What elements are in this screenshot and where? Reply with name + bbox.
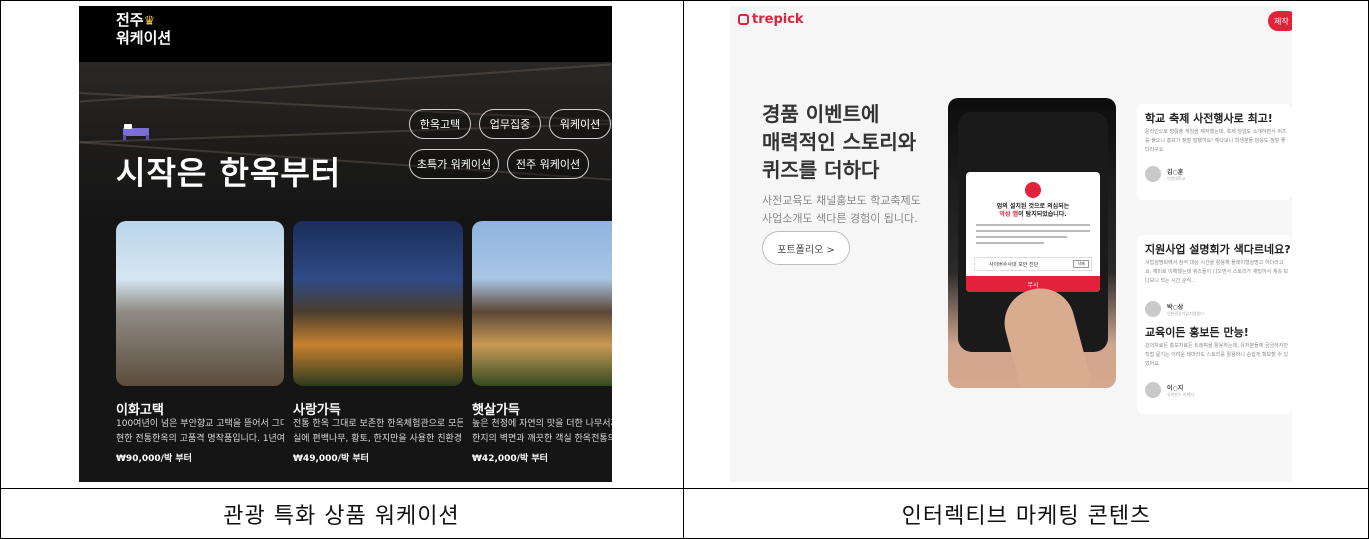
review-title: 지원사업 설명회가 색다르네요? bbox=[1145, 243, 1291, 256]
bed-icon bbox=[123, 124, 149, 140]
caption-left: 관광 특화 상품 워케이션 bbox=[223, 504, 460, 529]
stay-card-list: 이화고택 100여년이 넘은 부안향교 고택을 뜯어서 그대로 재현한 전통한옥… bbox=[79, 215, 612, 482]
stay-name[interactable]: 햇살가득 bbox=[472, 399, 520, 418]
review-card: 지원사업 설명회가 색다르네요? 사업설명회에서 참석 대상 시간을 활용해 플… bbox=[1137, 235, 1292, 331]
crown-icon: ♛ bbox=[143, 14, 156, 29]
stay-image-haetsal[interactable] bbox=[472, 221, 612, 386]
avatar bbox=[1145, 382, 1161, 398]
review-body: 온라인으로 방탈출 게임을 제작했는데, 축제 당일도 소개하면서 퀴즈를 풀으… bbox=[1145, 129, 1287, 153]
stay-image-sarang[interactable] bbox=[293, 221, 463, 386]
sub-heading: 사전교육도 채널홍보도 학교축제도 사업소개도 색다른 경험이 됩니다. bbox=[762, 194, 921, 225]
stay-name[interactable]: 사랑가득 bbox=[293, 399, 341, 418]
stay-name[interactable]: 이화고택 bbox=[116, 399, 164, 418]
portfolio-button[interactable]: 포트폴리오 > bbox=[762, 231, 850, 265]
reviewer-org: 인천관광기업지원센터 bbox=[1167, 311, 1204, 316]
review-body: 사업설명회에서 참석 대상 시간을 활용해 플레이형설명고 하더라고요. 재미로… bbox=[1145, 260, 1289, 284]
chip-jeonju[interactable]: 전주 워케이션 bbox=[507, 149, 589, 179]
alert-body bbox=[976, 224, 1090, 248]
phone-mockup: 엄의 설치된 것으로 의심되는 악성 앱이 탐지되었습니다. 사이버수사대 보안… bbox=[948, 98, 1116, 388]
reviewer-name: 이○지 bbox=[1167, 385, 1184, 392]
delete-button[interactable]: 삭제 bbox=[1073, 260, 1089, 268]
caption-right: 인터렉티브 마케팅 콘텐츠 bbox=[901, 504, 1152, 529]
alert-title: 엄의 설치된 것으로 의심되는 악성 앱이 탐지되었습니다. bbox=[996, 203, 1070, 218]
hero-title: 시작은 한옥부터 bbox=[116, 154, 342, 192]
chip-hanok[interactable]: 한옥고택 bbox=[409, 109, 471, 139]
trepick-screenshot: trepick 제작 경품 이벤트에 매력적인 스토리와 퀴즈를 더하다 사전교… bbox=[730, 6, 1292, 482]
stay-price: ₩49,000/박 부터 bbox=[293, 454, 369, 464]
review-card: 교육이든 홍보든 만능! 강의자료든 홍보자료든 트레픽을 활용하는데, 유저분… bbox=[1137, 318, 1292, 414]
logo-line2: 워케이션 bbox=[116, 29, 172, 47]
reviewer-org: 유피펀스 마케터 bbox=[1167, 392, 1195, 397]
reviewer-name: 박○상 bbox=[1167, 304, 1184, 311]
alert-dialog: 엄의 설치된 것으로 의심되는 악성 앱이 탐지되었습니다. 사이버수사대 보안… bbox=[966, 172, 1100, 292]
stay-image-ihwa[interactable] bbox=[116, 221, 284, 386]
review-title: 교육이든 홍보든 만능! bbox=[1145, 326, 1249, 339]
trepick-mark-icon bbox=[738, 14, 749, 25]
avatar bbox=[1145, 301, 1161, 317]
logo-line1: 전주 bbox=[116, 11, 144, 29]
review-body: 강의자료든 홍보자료든 트레픽을 활용하는데, 유저분들께 궁금하지만 직접 묻… bbox=[1145, 343, 1289, 367]
stay-desc: 높은 천정에 자연의 맛을 더한 나무서까래와한지의 벽면과 깨끗한 객실 한옥… bbox=[472, 419, 612, 444]
column-divider bbox=[683, 0, 684, 539]
security-check-row[interactable]: 사이버수사대 보안 진단 삭제 bbox=[974, 257, 1092, 271]
top-bar: 전주♛ 워케이션 bbox=[79, 6, 612, 62]
reviewer-org: 인천대학교 bbox=[1167, 176, 1186, 181]
avatar bbox=[1145, 166, 1161, 182]
review-title: 학교 축제 사전행사로 최고! bbox=[1145, 112, 1273, 125]
jeonju-workation-screenshot: 전주♛ 워케이션 시작은 한옥부터 한옥고택 업무집중 워케이션 초특가 워케이… bbox=[79, 6, 612, 482]
review-card: 학교 축제 사전행사로 최고! 온라인으로 방탈출 게임을 제작했는데, 축제 … bbox=[1137, 104, 1292, 200]
chip-focus[interactable]: 업무집중 bbox=[479, 109, 541, 139]
trepick-logo[interactable]: trepick bbox=[738, 12, 804, 27]
make-button[interactable]: 제작 bbox=[1268, 11, 1292, 31]
chip-workation[interactable]: 워케이션 bbox=[549, 109, 611, 139]
main-heading: 경품 이벤트에 매력적인 스토리와 퀴즈를 더하다 bbox=[762, 102, 917, 182]
stay-price: ₩90,000/박 부터 bbox=[116, 454, 192, 464]
hero-banner: 시작은 한옥부터 한옥고택 업무집중 워케이션 초특가 워케이션 전주 워케이션 bbox=[79, 62, 612, 215]
site-logo[interactable]: 전주♛ 워케이션 bbox=[116, 12, 171, 47]
alert-icon bbox=[1025, 182, 1041, 198]
stay-desc: 100여년이 넘은 부안향교 고택을 뜯어서 그대로 재현한 전통한옥의 고품격… bbox=[116, 419, 284, 444]
stay-price: ₩42,000/박 부터 bbox=[472, 454, 548, 464]
reviewer-name: 김○훈 bbox=[1167, 169, 1184, 176]
chip-special[interactable]: 초특가 워케이션 bbox=[409, 149, 499, 179]
stay-desc: 전통 한옥 그대로 보존한 한옥체험관으로 모든 객 실에 편백나무, 황토, 한… bbox=[293, 419, 463, 444]
